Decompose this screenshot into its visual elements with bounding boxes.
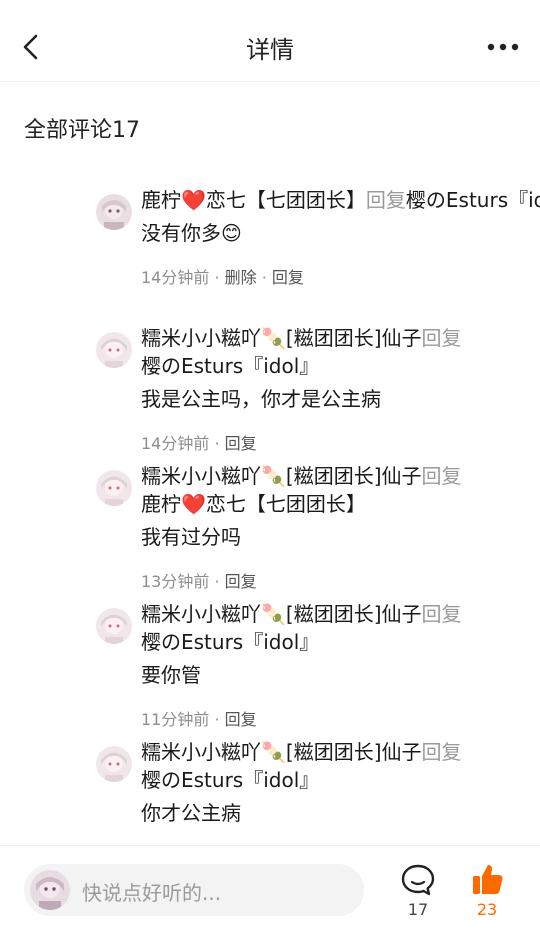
avatar <box>30 870 70 910</box>
reply-target[interactable]: 樱のEsturs『idol』 <box>141 768 319 792</box>
avatar-image <box>96 194 132 230</box>
comment-header: 糯米小小糍吖🍡[糍团团长]仙子回复 <box>141 600 481 628</box>
comment-body: 糯米小小糍吖🍡[糍团团长]仙子回复 樱のEsturs『idol』 你才公主病 <box>141 738 481 828</box>
comment-author[interactable]: 糯米小小糍吖🍡[糍团团长]仙子 <box>141 740 422 764</box>
more-icon <box>487 43 519 51</box>
comment-time: 14分钟前 <box>141 268 210 287</box>
meta-separator: · <box>209 710 225 729</box>
meta-separator: · <box>209 268 225 287</box>
comment-author[interactable]: 鹿柠❤️恋七【七团团长】 <box>141 188 366 212</box>
comment-text: 我有过分吗 <box>141 525 241 549</box>
avatar-image <box>96 746 132 782</box>
thumbs-up-icon <box>473 865 503 894</box>
comment-header: 糯米小小糍吖🍡[糍团团长]仙子回复 <box>141 462 481 490</box>
comment-meta: 14分钟前 · 回复 <box>141 430 481 454</box>
comment-body: 糯米小小糍吖🍡[糍团团长]仙子回复 樱のEsturs『idol』 要你管 11分… <box>141 600 481 730</box>
reply-word: 回复 <box>421 464 462 488</box>
reply-target[interactable]: 樱のEsturs『idol』 <box>406 188 540 212</box>
comment-text: 没有你多😊 <box>141 221 242 245</box>
avatar[interactable] <box>96 746 132 782</box>
comment-body: 鹿柠❤️恋七【七团团长】回复樱のEsturs『idol』 没有你多😊 14分钟前… <box>141 186 540 288</box>
reply-word: 回复 <box>365 188 406 212</box>
bottom-action-bar: 快说点好听的... 17 23 <box>0 845 540 935</box>
comment-count: 17 <box>407 900 429 919</box>
top-nav-bar: 详情 <box>0 10 540 82</box>
comment-time: 13分钟前 <box>141 572 210 591</box>
comment-icon <box>401 864 435 896</box>
comment-input[interactable]: 快说点好听的... <box>24 864 364 916</box>
comment-time: 14分钟前 <box>141 434 210 453</box>
reply-target[interactable]: 樱のEsturs『idol』 <box>141 354 319 378</box>
comment-body: 糯米小小糍吖🍡[糍团团长]仙子回复 樱のEsturs『idol』 我是公主吗，你… <box>141 324 481 454</box>
comment-header: 鹿柠❤️恋七【七团团长】回复樱のEsturs『idol』 <box>141 186 540 214</box>
comment-body: 糯米小小糍吖🍡[糍团团长]仙子回复 鹿柠❤️恋七【七团团长】 我有过分吗 13分… <box>141 462 481 592</box>
comment-header-cont: 樱のEsturs『idol』 <box>141 766 481 794</box>
reply-word: 回复 <box>421 740 462 764</box>
like-button[interactable]: 23 <box>464 862 510 922</box>
more-button[interactable] <box>486 32 520 62</box>
comment-input-placeholder: 快说点好听的... <box>82 881 222 905</box>
comment-count-button[interactable]: 17 <box>396 862 440 922</box>
comment-header-cont: 樱のEsturs『idol』 <box>141 352 481 380</box>
reply-button[interactable]: 回复 <box>272 268 304 287</box>
comment-time: 11分钟前 <box>141 710 210 729</box>
meta-separator: · <box>256 268 272 287</box>
reply-word: 回复 <box>421 602 462 626</box>
comment-list[interactable]: ​ 鹿柠❤️恋七【七团团长】回复樱のEsturs『idol』 没有你多😊 14分… <box>0 150 540 845</box>
comment-text: 我是公主吗，你才是公主病 <box>141 387 381 411</box>
comment-meta: 14分钟前 · 删除 · 回复 <box>141 264 481 288</box>
comments-section-title: 全部评论17 <box>24 118 140 143</box>
delete-button[interactable]: 删除 <box>225 268 257 287</box>
avatar[interactable] <box>96 194 132 230</box>
page-title: 详情 <box>246 36 294 64</box>
comment-header-cont: 樱のEsturs『idol』 <box>141 628 481 656</box>
avatar-image <box>30 870 70 910</box>
comment-header: 糯米小小糍吖🍡[糍团团长]仙子回复 <box>141 324 481 352</box>
reply-target[interactable]: 鹿柠❤️恋七【七团团长】 <box>141 492 366 516</box>
reply-target[interactable]: 樱のEsturs『idol』 <box>141 630 319 654</box>
comment-text: 你才公主病 <box>141 801 241 825</box>
avatar[interactable] <box>96 470 132 506</box>
comment-meta: 11分钟前 · 回复 <box>141 706 481 730</box>
comment-header: 糯米小小糍吖🍡[糍团团长]仙子回复 <box>141 738 481 766</box>
comment-author[interactable]: 糯米小小糍吖🍡[糍团团长]仙子 <box>141 464 422 488</box>
avatar-image <box>96 470 132 506</box>
meta-separator: · <box>209 572 225 591</box>
reply-button[interactable]: 回复 <box>225 434 257 453</box>
meta-separator: · <box>209 434 225 453</box>
like-count: 23 <box>476 900 498 919</box>
reply-button[interactable]: 回复 <box>225 572 257 591</box>
comment-header-cont: 鹿柠❤️恋七【七团团长】 <box>141 490 481 518</box>
comment-author[interactable]: 糯米小小糍吖🍡[糍团团长]仙子 <box>141 326 422 350</box>
avatar[interactable] <box>96 608 132 644</box>
comment-text: 要你管 <box>141 663 201 687</box>
comment-meta: 13分钟前 · 回复 <box>141 568 481 592</box>
avatar-image <box>96 608 132 644</box>
comment-author[interactable]: 糯米小小糍吖🍡[糍团团长]仙子 <box>141 602 422 626</box>
avatar[interactable] <box>96 332 132 368</box>
avatar-image <box>96 332 132 368</box>
reply-button[interactable]: 回复 <box>225 710 257 729</box>
reply-word: 回复 <box>421 326 462 350</box>
status-bar: ​ ​ <box>0 0 540 10</box>
